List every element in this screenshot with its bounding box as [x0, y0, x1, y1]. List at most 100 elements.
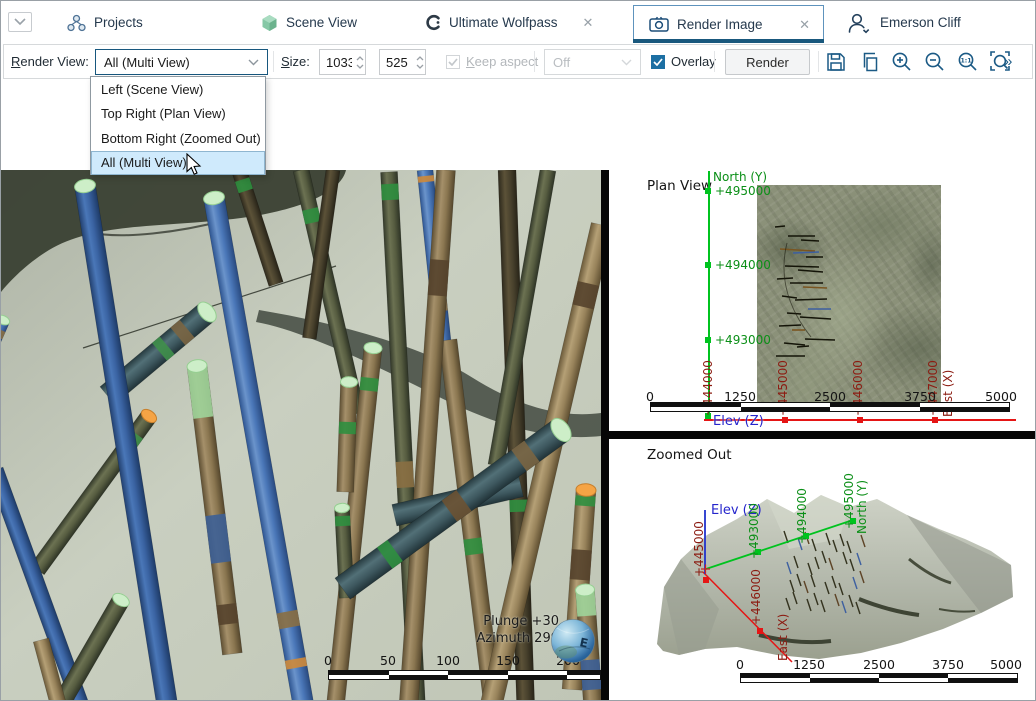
menu-item-all-multi-view[interactable]: All (Multi View) — [91, 151, 265, 176]
app-window: Projects Scene View Ultimate Wolfpass ✕ — [0, 0, 1036, 701]
overlay-label: Overlay — [671, 54, 716, 69]
east-axis-label: East (X) — [777, 614, 789, 661]
zoomed-out-pane: Zoomed Out — [609, 439, 1035, 700]
north-axis-label: North (Y) — [856, 480, 868, 534]
central-c-icon — [425, 14, 441, 31]
save-icon — [825, 51, 847, 73]
north-tick-label: +494000 — [796, 488, 808, 544]
plan-view-pane: Plan View North (Y) +495000 +494000 +493… — [609, 170, 1035, 431]
svg-text:1:1: 1:1 — [960, 58, 971, 65]
east-tick-label: +446000 — [750, 569, 762, 625]
save-image-button[interactable] — [822, 48, 849, 75]
tab-label: Projects — [94, 15, 143, 30]
render-view-dropdown-menu: Left (Scene View) Top Right (Plan View) … — [90, 76, 266, 175]
overlay-mode-select: Off — [544, 49, 641, 75]
north-axis-label: North (Y) — [713, 170, 767, 184]
scale-tick: 0 — [736, 657, 744, 672]
zoomed-scale-bar — [740, 673, 1018, 683]
checkbox — [651, 55, 665, 69]
scale-tick: 150 — [496, 653, 520, 668]
axis-tick-marker — [705, 188, 711, 194]
close-icon[interactable]: ✕ — [580, 14, 597, 31]
camera-icon — [649, 16, 669, 32]
size-label: Size: — [281, 45, 310, 78]
scale-tick: 50 — [380, 653, 396, 668]
checkbox — [446, 55, 460, 69]
compass-ball: E — [549, 618, 597, 666]
axis-tick-marker — [705, 337, 711, 343]
mouse-cursor — [186, 153, 204, 177]
plan-view-title: Plan View — [647, 178, 712, 194]
height-spinner[interactable] — [412, 56, 428, 69]
zoom-out-button[interactable] — [921, 48, 948, 75]
scale-tick: 0 — [324, 653, 332, 668]
zoom-one-to-one-icon: 1:1 — [956, 50, 979, 73]
overlay-checkbox[interactable]: Overlay — [651, 45, 716, 78]
height-field[interactable] — [379, 49, 426, 75]
north-tick-label: +493000 — [748, 503, 760, 559]
tab-label: Ultimate Wolfpass — [449, 15, 558, 30]
tab-bar: Projects Scene View Ultimate Wolfpass ✕ — [1, 1, 1035, 44]
menu-item-left-scene-view[interactable]: Left (Scene View) — [91, 77, 265, 102]
north-tick-label: +495000 — [843, 473, 855, 529]
menu-item-bottom-right-zoomed-out[interactable]: Bottom Right (Zoomed Out) — [91, 126, 265, 151]
scale-tick: 100 — [436, 653, 460, 668]
axis-tick-marker — [782, 417, 788, 423]
overlay-mode-value: Off — [553, 55, 570, 70]
scene-scale-bar — [328, 670, 601, 680]
plan-scale-bar — [650, 402, 1010, 412]
window-menu-button[interactable] — [8, 12, 32, 32]
render-view-label: Render View: — [11, 45, 89, 78]
scene-hexagon-icon — [261, 14, 278, 32]
keep-aspect-label: Keep aspect — [466, 54, 538, 69]
tab-projects[interactable]: Projects — [67, 1, 143, 44]
menu-item-top-right-plan-view[interactable]: Top Right (Plan View) — [91, 102, 265, 127]
azimuth-value: Azimuth 299 — [374, 630, 559, 647]
separator — [534, 51, 535, 72]
axis-tick-marker — [705, 262, 711, 268]
tab-label: Scene View — [286, 15, 357, 30]
scale-tick: 1250 — [793, 657, 825, 672]
zoom-out-icon — [923, 50, 946, 73]
chevron-down-icon — [14, 18, 26, 26]
render-button[interactable]: Render — [725, 49, 810, 75]
north-tick-label: +494000 — [715, 258, 771, 272]
width-input[interactable] — [320, 55, 352, 70]
view-divider-horizontal — [609, 431, 1035, 439]
keep-aspect-checkbox: Keep aspect — [446, 45, 538, 78]
elev-axis-label: Elev (Z) — [713, 414, 764, 429]
north-tick-label: +493000 — [715, 333, 771, 347]
separator — [273, 51, 274, 72]
close-icon[interactable]: ✕ — [796, 16, 813, 33]
zoom-in-icon — [890, 50, 913, 73]
user-menu[interactable]: Emerson Cliff — [846, 1, 961, 44]
separator — [818, 51, 819, 72]
east-tick-label: +445000 — [693, 521, 705, 577]
render-view-select[interactable]: All (Multi View) — [95, 49, 268, 75]
zoom-in-button[interactable] — [888, 48, 915, 75]
render-preview: 0 50 100 150 200 Plunge +30 — [1, 170, 1035, 700]
zoom-actual-size-button[interactable]: 1:1 — [954, 48, 981, 75]
width-field[interactable] — [319, 49, 366, 75]
render-view-value: All (Multi View) — [104, 55, 190, 70]
height-input[interactable] — [380, 55, 412, 70]
copy-image-button[interactable] — [855, 48, 882, 75]
tab-ultimate-wolfpass[interactable]: Ultimate Wolfpass ✕ — [425, 1, 596, 44]
scale-tick: 3750 — [932, 657, 964, 672]
render-toolbar: Render View: All (Multi View) Size: — [3, 44, 1033, 79]
chevron-down-icon — [621, 59, 632, 66]
scale-tick: 2500 — [863, 657, 895, 672]
toolbar-overflow-button[interactable]: » — [1004, 45, 1012, 78]
plunge-value: Plunge +30 — [374, 613, 559, 630]
chevron-down-icon — [248, 59, 259, 66]
tab-render-image[interactable]: Render Image ✕ — [633, 5, 824, 43]
user-name: Emerson Cliff — [880, 15, 961, 30]
axis-tick-marker — [857, 417, 863, 423]
width-spinner[interactable] — [352, 56, 368, 69]
orientation-readout: Plunge +30 Azimuth 299 — [374, 613, 559, 647]
user-icon — [846, 11, 872, 35]
separator — [714, 51, 715, 72]
tab-scene-view[interactable]: Scene View — [261, 1, 357, 44]
scale-tick: 5000 — [990, 657, 1022, 672]
toolbar-icons: 1:1 — [822, 45, 1014, 78]
